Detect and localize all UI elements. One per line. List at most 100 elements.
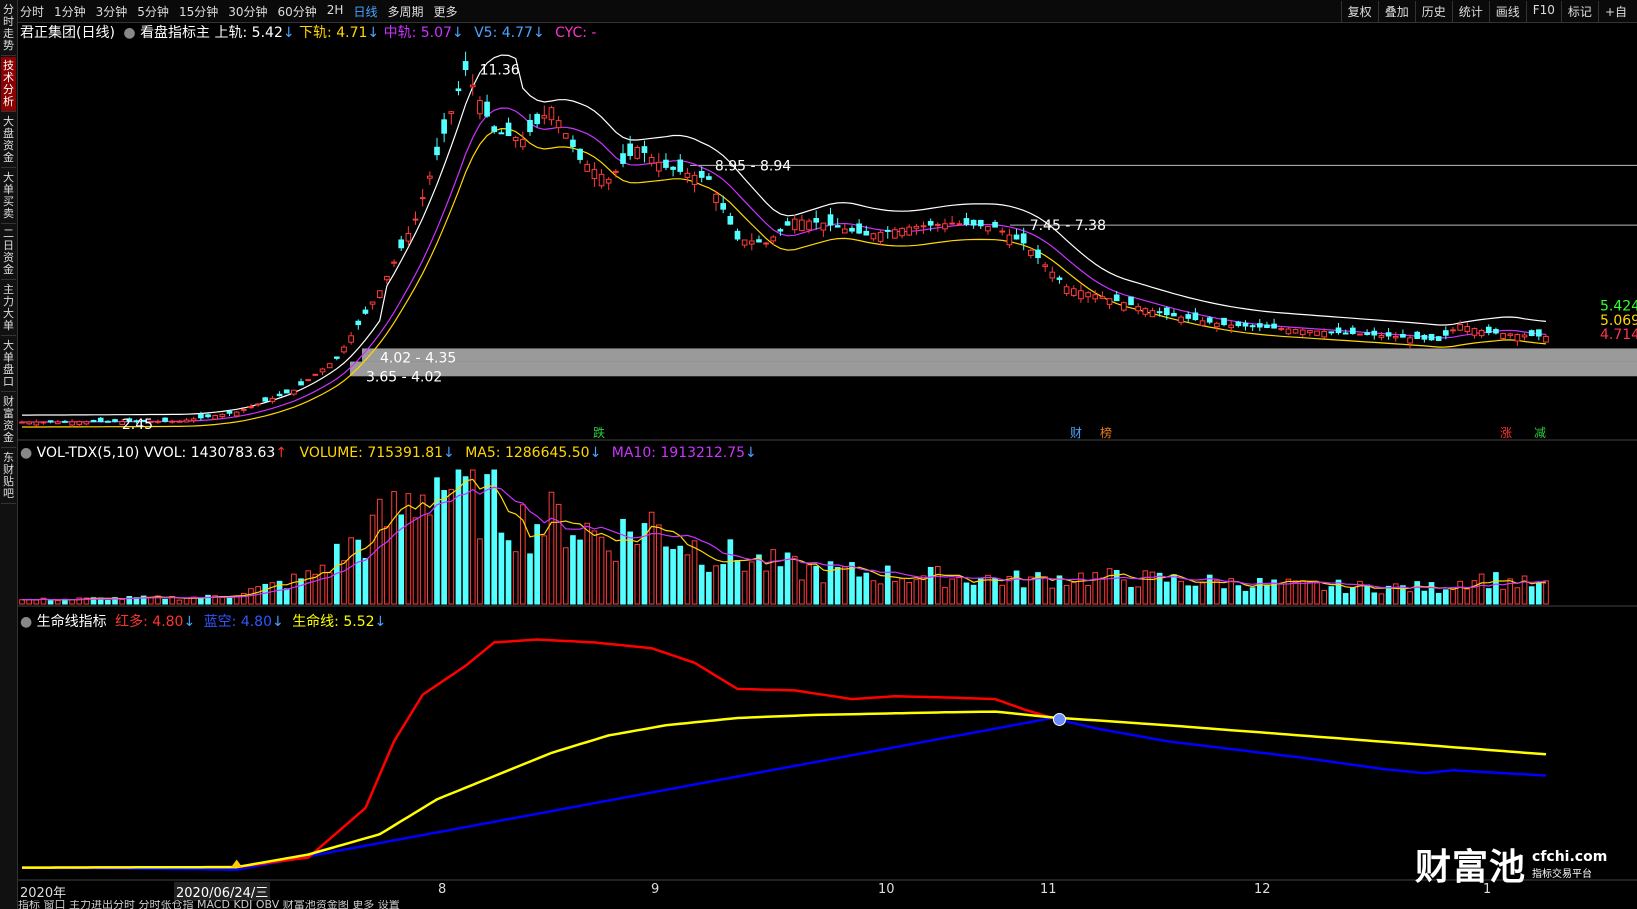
candle-body — [949, 222, 955, 225]
volume-bar — [1163, 581, 1170, 605]
circle-icon[interactable]: ● — [20, 614, 32, 630]
candle-body — [1543, 335, 1549, 343]
candle-body — [333, 356, 340, 359]
indicator-name[interactable]: 看盘指标主 — [140, 25, 210, 41]
volume-bar — [362, 557, 369, 605]
volume-bar — [1013, 570, 1020, 605]
life-name[interactable]: 生命线指标 — [37, 614, 107, 630]
candle-body — [1371, 330, 1378, 336]
vol-name[interactable]: VOL-TDX(5,10) — [37, 445, 140, 461]
event-tag: 涨 — [1500, 425, 1512, 440]
candle-body — [1421, 334, 1428, 340]
candle-body — [1070, 288, 1077, 296]
candle-body — [763, 242, 769, 245]
candle-body — [1099, 296, 1106, 299]
volume-bar — [1063, 584, 1070, 605]
candle-body — [677, 159, 684, 172]
volume-bar — [1249, 587, 1256, 605]
volume-bar — [605, 550, 612, 605]
volume-bar — [1199, 582, 1206, 605]
candle-body — [1185, 314, 1192, 319]
price-annotation: 4.02 - 4.35 — [380, 350, 456, 366]
candle-body — [69, 421, 75, 426]
candle-body — [176, 420, 183, 423]
candle-body — [1013, 234, 1020, 240]
volume-bar — [1192, 585, 1199, 605]
volume-bar — [1528, 586, 1535, 605]
candle-body — [1171, 312, 1177, 317]
volume-bar — [727, 539, 734, 605]
candle-body — [834, 225, 841, 228]
volume-bar — [1421, 590, 1428, 605]
candle-body — [255, 403, 261, 406]
candle-body — [1342, 332, 1349, 335]
volume-bar — [319, 564, 326, 605]
price-annotation: 8.95 - 8.94 — [715, 158, 791, 174]
candle-body — [935, 223, 941, 226]
support-zone — [350, 361, 1637, 377]
volume-bar — [777, 566, 784, 605]
volume-bar — [1142, 570, 1149, 605]
candle-body — [1407, 337, 1413, 344]
event-tag: 减 — [1534, 426, 1546, 440]
main-indicator-header: 君正集团(日线) ● 看盘指标主 上轨: 5.42↓ 下轨: 4.71↓ 中轨:… — [20, 25, 597, 41]
candle-body — [562, 133, 569, 139]
volume-bar — [405, 493, 412, 605]
candle-body — [376, 290, 383, 298]
volume-bar — [870, 580, 877, 605]
volume-bar — [756, 554, 762, 605]
candle-body — [520, 139, 526, 148]
candle-body — [1242, 322, 1249, 327]
volume-bar — [291, 573, 297, 605]
candle-body — [341, 346, 347, 353]
x-tick-label: 12 — [1254, 882, 1271, 897]
candle-body — [1092, 294, 1099, 300]
candle-body — [899, 227, 905, 237]
sell-signal-icon — [1052, 712, 1066, 726]
candle-body — [720, 203, 727, 210]
volume-bar — [1507, 578, 1514, 605]
candle-body — [1328, 331, 1335, 334]
volume-bar — [1206, 574, 1213, 605]
volume-bar — [1228, 578, 1235, 605]
candle-body — [326, 363, 333, 369]
circle-icon[interactable]: ● — [123, 25, 135, 41]
candle-body — [663, 159, 669, 168]
candle-body — [920, 225, 927, 228]
candle-body — [1464, 326, 1471, 333]
candle-body — [1028, 249, 1034, 256]
volume-bar — [570, 535, 576, 605]
volume-bar — [548, 491, 555, 605]
candle-body — [1020, 233, 1027, 244]
volume-bar — [441, 490, 447, 605]
volume-bar — [970, 584, 977, 605]
volume-bar — [1278, 583, 1285, 605]
candle-body — [412, 218, 419, 221]
candle-body — [26, 421, 32, 425]
candle-body — [62, 420, 68, 423]
volume-bar — [634, 544, 641, 605]
candle-body — [362, 309, 369, 314]
buy-signal-icon — [230, 859, 243, 868]
candle-body — [1199, 320, 1206, 326]
volume-bar — [1471, 580, 1478, 605]
volume-bar — [827, 561, 834, 605]
support-zone — [362, 348, 1637, 362]
volume-bar — [1414, 581, 1421, 605]
candle-body — [512, 137, 519, 142]
volume-bar — [691, 540, 698, 605]
candle-body — [956, 223, 963, 226]
candle-body — [477, 100, 483, 115]
volume-bar — [126, 596, 133, 605]
volume-bar — [1099, 577, 1106, 605]
candle-body — [820, 222, 827, 231]
candle-body — [1307, 330, 1313, 334]
candle-body — [448, 111, 455, 114]
circle-icon[interactable]: ● — [20, 445, 32, 461]
volume-bar — [684, 554, 691, 605]
candle-body — [276, 393, 283, 397]
volume-bar — [1049, 587, 1056, 605]
logo-site: cfchi.com — [1532, 848, 1608, 865]
volume-bar — [1070, 582, 1077, 605]
volume-bar — [748, 561, 755, 605]
